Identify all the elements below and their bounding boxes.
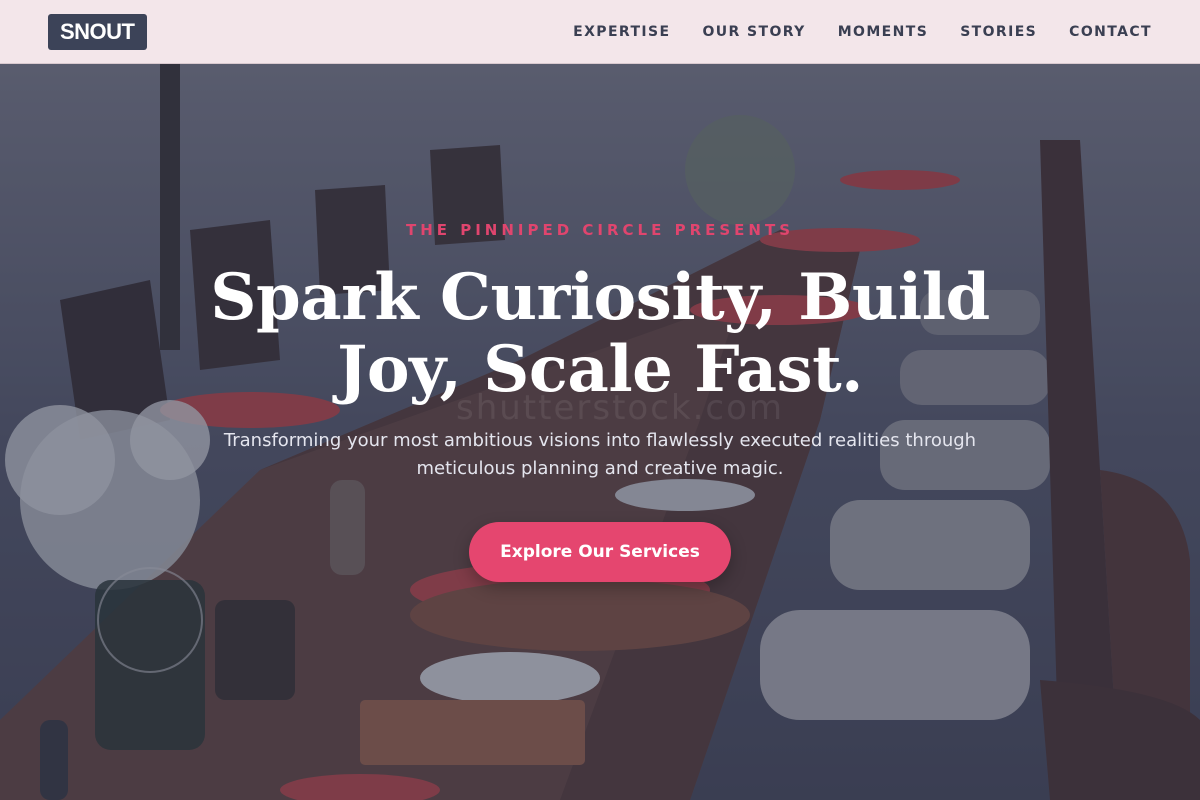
hero-headline-line1: Spark Curiosity, Build [210, 260, 990, 335]
hero-subtitle: Transforming your most ambitious visions… [223, 430, 977, 479]
watermark: shutterstock.com [455, 388, 785, 428]
explore-services-button[interactable]: Explore Our Services [469, 522, 731, 582]
nav-link-moments[interactable]: MOMENTS [838, 24, 928, 40]
hero-headline: Spark Curiosity, Build Joy, Scale Fast. [150, 262, 1050, 406]
nav-link-our-story[interactable]: OUR STORY [702, 24, 805, 40]
nav-link-stories[interactable]: STORIES [960, 24, 1037, 40]
logo[interactable]: SNOUT [48, 13, 147, 50]
nav-link-expertise[interactable]: EXPERTISE [573, 24, 670, 40]
hero-content: THE PINNIPED CIRCLE PRESENTS Spark Curio… [0, 0, 1200, 800]
navbar: SNOUT EXPERTISE OUR STORY MOMENTS STORIE… [0, 0, 1200, 64]
hero-eyebrow: THE PINNIPED CIRCLE PRESENTS [405, 221, 795, 239]
nav-link-contact[interactable]: CONTACT [1069, 24, 1152, 40]
nav-links: EXPERTISE OUR STORY MOMENTS STORIES CONT… [573, 24, 1152, 40]
